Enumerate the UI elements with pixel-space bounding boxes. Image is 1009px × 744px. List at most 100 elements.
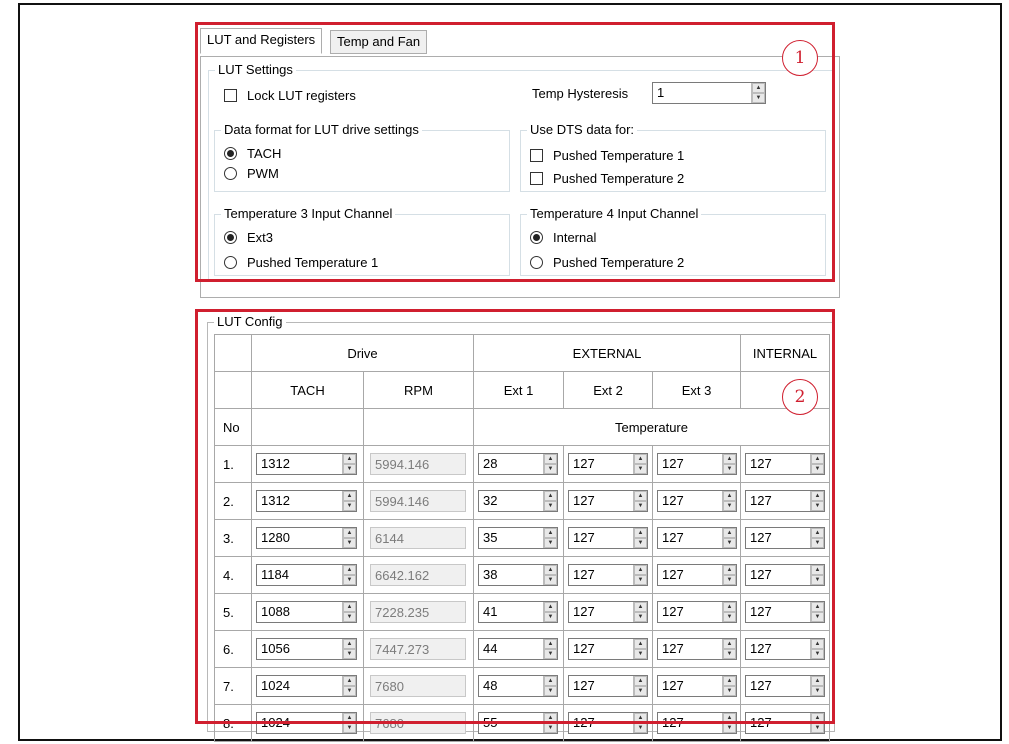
- ext2-value[interactable]: 127: [569, 454, 633, 474]
- spin-down-arrow-icon[interactable]: ▼: [343, 723, 356, 733]
- ext1-value[interactable]: 38: [479, 565, 543, 585]
- internal-spinner[interactable]: 127 ▲ ▼: [745, 564, 825, 586]
- radio-tach[interactable]: TACH: [224, 146, 281, 161]
- spin-up-arrow-icon[interactable]: ▲: [634, 565, 647, 575]
- tach-spinner[interactable]: 1280 ▲ ▼: [256, 527, 357, 549]
- spin-down-arrow-icon[interactable]: ▼: [752, 93, 765, 103]
- spin-up-arrow-icon[interactable]: ▲: [634, 676, 647, 686]
- internal-value[interactable]: 127: [746, 713, 810, 733]
- spin-down-arrow-icon[interactable]: ▼: [343, 686, 356, 696]
- spin-up-arrow-icon[interactable]: ▲: [343, 491, 356, 501]
- spin-down-arrow-icon[interactable]: ▼: [343, 575, 356, 585]
- spin-down-arrow-icon[interactable]: ▼: [544, 501, 557, 511]
- spin-down-arrow-icon[interactable]: ▼: [544, 464, 557, 474]
- spin-up-arrow-icon[interactable]: ▲: [544, 713, 557, 723]
- ext3-value[interactable]: 127: [658, 491, 722, 511]
- ext2-spinner[interactable]: 127 ▲ ▼: [568, 638, 648, 660]
- ext3-spinner[interactable]: 127 ▲ ▼: [657, 675, 737, 697]
- spin-down-arrow-icon[interactable]: ▼: [343, 649, 356, 659]
- ext1-spinner[interactable]: 35 ▲ ▼: [478, 527, 558, 549]
- spin-down-arrow-icon[interactable]: ▼: [811, 649, 824, 659]
- tach-spinner[interactable]: 1184 ▲ ▼: [256, 564, 357, 586]
- ext1-value[interactable]: 44: [479, 639, 543, 659]
- spin-up-arrow-icon[interactable]: ▲: [544, 565, 557, 575]
- internal-spinner[interactable]: 127 ▲ ▼: [745, 453, 825, 475]
- spin-down-arrow-icon[interactable]: ▼: [811, 686, 824, 696]
- spin-up-arrow-icon[interactable]: ▲: [811, 491, 824, 501]
- ext3-value[interactable]: 127: [658, 565, 722, 585]
- spin-up-arrow-icon[interactable]: ▲: [811, 454, 824, 464]
- spin-up-arrow-icon[interactable]: ▲: [634, 602, 647, 612]
- spin-up-arrow-icon[interactable]: ▲: [723, 565, 736, 575]
- ext1-value[interactable]: 55: [479, 713, 543, 733]
- spin-down-arrow-icon[interactable]: ▼: [544, 575, 557, 585]
- spin-up-arrow-icon[interactable]: ▲: [544, 639, 557, 649]
- ext2-spinner[interactable]: 127 ▲ ▼: [568, 675, 648, 697]
- radio-button[interactable]: [224, 256, 237, 269]
- ext2-value[interactable]: 127: [569, 491, 633, 511]
- ext2-spinner[interactable]: 127 ▲ ▼: [568, 527, 648, 549]
- spin-down-arrow-icon[interactable]: ▼: [634, 686, 647, 696]
- ext2-spinner[interactable]: 127 ▲ ▼: [568, 453, 648, 475]
- ext2-value[interactable]: 127: [569, 676, 633, 696]
- tach-value[interactable]: 1312: [257, 454, 342, 474]
- spin-down-arrow-icon[interactable]: ▼: [343, 612, 356, 622]
- ext3-value[interactable]: 127: [658, 676, 722, 696]
- ext3-spinner[interactable]: 127 ▲ ▼: [657, 712, 737, 734]
- ext2-value[interactable]: 127: [569, 565, 633, 585]
- checkbox-box[interactable]: [224, 89, 237, 102]
- spin-up-arrow-icon[interactable]: ▲: [811, 676, 824, 686]
- internal-spinner[interactable]: 127 ▲ ▼: [745, 638, 825, 660]
- tach-spinner[interactable]: 1312 ▲ ▼: [256, 453, 357, 475]
- radio-button[interactable]: [224, 167, 237, 180]
- spin-up-arrow-icon[interactable]: ▲: [343, 602, 356, 612]
- spin-down-arrow-icon[interactable]: ▼: [723, 575, 736, 585]
- temp-hysteresis-spinner[interactable]: 1 ▲ ▼: [652, 82, 766, 104]
- ext3-spinner[interactable]: 127 ▲ ▼: [657, 601, 737, 623]
- spin-up-arrow-icon[interactable]: ▲: [343, 565, 356, 575]
- radio-ext3[interactable]: Ext3: [224, 230, 273, 245]
- tach-value[interactable]: 1056: [257, 639, 342, 659]
- ext1-spinner[interactable]: 38 ▲ ▼: [478, 564, 558, 586]
- spin-down-arrow-icon[interactable]: ▼: [343, 501, 356, 511]
- internal-value[interactable]: 127: [746, 602, 810, 622]
- spin-up-arrow-icon[interactable]: ▲: [723, 454, 736, 464]
- internal-spinner[interactable]: 127 ▲ ▼: [745, 490, 825, 512]
- spin-up-arrow-icon[interactable]: ▲: [343, 676, 356, 686]
- tab-temp-and-fan[interactable]: Temp and Fan: [330, 30, 428, 54]
- ext2-value[interactable]: 127: [569, 528, 633, 548]
- ext3-spinner[interactable]: 127 ▲ ▼: [657, 490, 737, 512]
- internal-value[interactable]: 127: [746, 676, 810, 696]
- spin-down-arrow-icon[interactable]: ▼: [723, 649, 736, 659]
- spin-down-arrow-icon[interactable]: ▼: [544, 538, 557, 548]
- radio-pwm[interactable]: PWM: [224, 166, 279, 181]
- spin-up-arrow-icon[interactable]: ▲: [723, 491, 736, 501]
- tach-spinner[interactable]: 1088 ▲ ▼: [256, 601, 357, 623]
- checkbox-box[interactable]: [530, 172, 543, 185]
- ext1-value[interactable]: 35: [479, 528, 543, 548]
- spin-up-arrow-icon[interactable]: ▲: [723, 602, 736, 612]
- spin-up-arrow-icon[interactable]: ▲: [634, 639, 647, 649]
- dts-pushed-temp-1-checkbox[interactable]: Pushed Temperature 1: [530, 148, 684, 163]
- tach-value[interactable]: 1184: [257, 565, 342, 585]
- spin-down-arrow-icon[interactable]: ▼: [544, 649, 557, 659]
- checkbox-box[interactable]: [530, 149, 543, 162]
- ext3-value[interactable]: 127: [658, 528, 722, 548]
- internal-value[interactable]: 127: [746, 565, 810, 585]
- spin-up-arrow-icon[interactable]: ▲: [723, 639, 736, 649]
- spin-up-arrow-icon[interactable]: ▲: [723, 713, 736, 723]
- radio-button-selected[interactable]: [224, 147, 237, 160]
- spin-up-arrow-icon[interactable]: ▲: [343, 528, 356, 538]
- internal-spinner[interactable]: 127 ▲ ▼: [745, 527, 825, 549]
- ext2-value[interactable]: 127: [569, 639, 633, 659]
- spin-up-arrow-icon[interactable]: ▲: [634, 713, 647, 723]
- spin-down-arrow-icon[interactable]: ▼: [723, 612, 736, 622]
- spin-down-arrow-icon[interactable]: ▼: [723, 686, 736, 696]
- internal-value[interactable]: 127: [746, 528, 810, 548]
- ext3-spinner[interactable]: 127 ▲ ▼: [657, 638, 737, 660]
- ext3-value[interactable]: 127: [658, 602, 722, 622]
- tach-spinner[interactable]: 1312 ▲ ▼: [256, 490, 357, 512]
- internal-value[interactable]: 127: [746, 639, 810, 659]
- spin-down-arrow-icon[interactable]: ▼: [343, 538, 356, 548]
- spin-up-arrow-icon[interactable]: ▲: [634, 528, 647, 538]
